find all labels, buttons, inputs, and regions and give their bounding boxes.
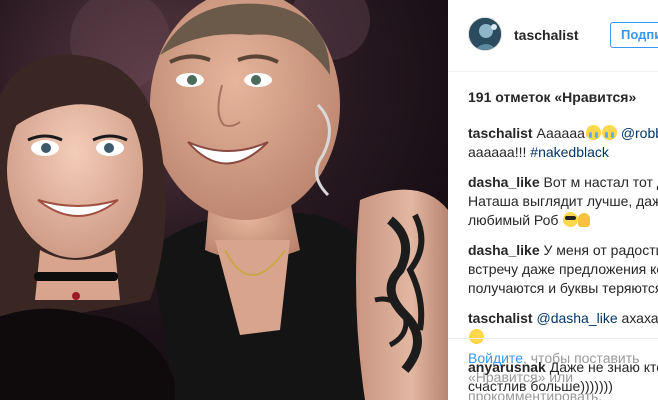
- author-username[interactable]: taschalist: [514, 27, 579, 43]
- comment-username[interactable]: taschalist: [468, 310, 533, 326]
- mention-link[interactable]: @dasha_like: [536, 310, 617, 326]
- post-sidebar: taschalist Подписаться 191 отметок «Нрав…: [448, 0, 658, 400]
- comment-text: Аааааа: [536, 125, 585, 141]
- comment-username[interactable]: dasha_like: [468, 174, 540, 190]
- hashtag-link[interactable]: #nakedblack: [530, 144, 609, 160]
- login-prompt-text: , чтобы поставить: [522, 350, 640, 366]
- ok-hand-emoji-icon: [578, 213, 591, 227]
- comment-username[interactable]: taschalist: [468, 125, 533, 141]
- comment-text: Вот м настал тот день: [543, 174, 658, 190]
- selfie-image: [0, 0, 448, 400]
- comment-text: получаются и буквы теряются: [468, 280, 658, 296]
- post-header: taschalist Подписаться: [448, 0, 658, 72]
- mention-link[interactable]: @robbiewilliams: [621, 125, 658, 141]
- comment-text: встречу даже предложения ко: [468, 261, 658, 277]
- comment-item: dasha_like Вот м настал тот день Наташа …: [468, 173, 658, 230]
- login-prompt: Войдите, чтобы поставить «Нравится» или …: [448, 338, 658, 400]
- comment-item: dasha_like У меня от радости з встречу д…: [468, 241, 658, 298]
- avatar-icon: [469, 18, 501, 50]
- comment-text: ахахах))): [621, 310, 658, 326]
- author-avatar[interactable]: [468, 17, 502, 51]
- comment-text: любимый Роб: [468, 212, 559, 228]
- crying-emoji-icon: [585, 125, 601, 140]
- likes-count[interactable]: 191 отметок «Нравится»: [468, 89, 636, 105]
- sunglasses-emoji-icon: [563, 212, 579, 227]
- crying-emoji-icon: [601, 125, 617, 140]
- login-prompt-text: прокомментировать.: [468, 388, 603, 400]
- comment-item: taschalist Аааааа @robbiewilliams аааааа…: [468, 124, 658, 162]
- post-photo[interactable]: [0, 0, 448, 400]
- comment-text: аааааа!!!: [468, 144, 527, 160]
- comment-text: У меня от радости з: [543, 242, 658, 258]
- login-link[interactable]: Войдите: [468, 350, 523, 366]
- login-prompt-text: «Нравится» или: [468, 369, 574, 385]
- comment-username[interactable]: dasha_like: [468, 242, 540, 258]
- comment-text: Наташа выглядит лучше, даже: [468, 193, 658, 209]
- follow-button[interactable]: Подписаться: [610, 22, 658, 48]
